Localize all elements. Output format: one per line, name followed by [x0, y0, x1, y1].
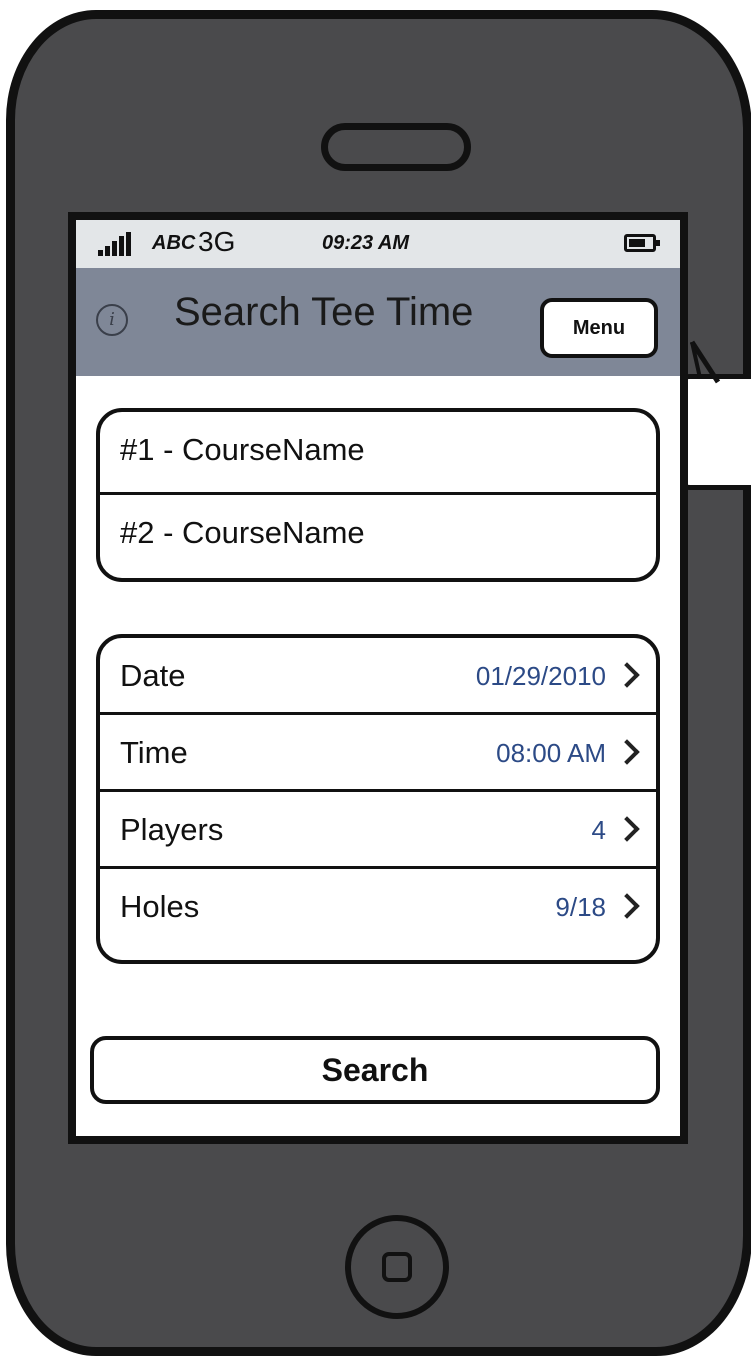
param-label: Players	[120, 812, 224, 847]
param-row-players[interactable]: Players 4	[100, 792, 656, 869]
callout-tail	[689, 340, 721, 384]
search-button[interactable]: Search	[90, 1036, 660, 1104]
param-row-time[interactable]: Time 08:00 AM	[100, 715, 656, 792]
home-square-icon	[382, 1252, 412, 1282]
status-bar: ABC 3G 09:23 AM	[76, 220, 680, 268]
course-label: #2 - CourseName	[120, 515, 365, 550]
param-value: 4	[591, 815, 606, 845]
nav-bar: i Search Tee Time Menu	[76, 268, 680, 376]
param-row-date[interactable]: Date 01/29/2010	[100, 638, 656, 715]
page-title: Search Tee Time	[174, 290, 474, 334]
home-button[interactable]	[345, 1215, 449, 1319]
course-label: #1 - CourseName	[120, 432, 365, 467]
chevron-right-icon	[614, 662, 640, 688]
param-label: Date	[120, 658, 186, 693]
status-time: 09:23 AM	[322, 232, 410, 254]
param-value: 08:00 AM	[496, 738, 606, 768]
menu-button[interactable]: Menu	[540, 298, 658, 358]
param-label: Time	[120, 735, 188, 770]
chevron-right-icon	[614, 893, 640, 919]
param-row-holes[interactable]: Holes 9/18	[100, 869, 656, 946]
speaker-slot	[321, 123, 471, 171]
phone-screen: ABC 3G 09:23 AM i Search Tee Time Menu #…	[68, 212, 688, 1144]
search-params-list: Date 01/29/2010 Time 08:00 AM Players 4 …	[96, 634, 660, 964]
course-list: #1 - CourseName #2 - CourseName	[96, 408, 660, 582]
course-row-1[interactable]: #1 - CourseName	[100, 412, 656, 495]
param-value: 9/18	[555, 892, 606, 922]
chevron-right-icon	[614, 816, 640, 842]
battery-icon	[624, 234, 660, 252]
network-type: 3G	[198, 226, 236, 257]
param-value: 01/29/2010	[475, 661, 606, 691]
chevron-right-icon	[614, 739, 640, 765]
param-label: Holes	[120, 889, 200, 924]
carrier-name: ABC	[152, 232, 196, 254]
signal-strength-icon	[98, 232, 138, 256]
mockup-canvas: ABC 3G 09:23 AM i Search Tee Time Menu #…	[0, 0, 751, 1362]
course-row-2[interactable]: #2 - CourseName	[100, 495, 656, 578]
info-icon[interactable]: i	[96, 304, 128, 336]
